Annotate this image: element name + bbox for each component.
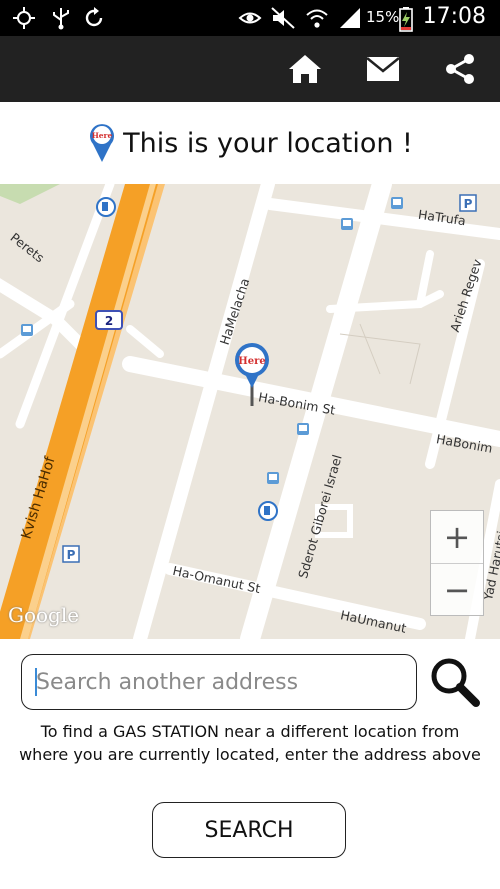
share-icon [446,54,474,84]
map-roads [0,184,500,639]
svg-text:2: 2 [105,314,113,328]
wifi-icon [306,9,328,28]
bus-stop-icon [341,218,353,230]
mute-icon [271,7,295,29]
bus-stop-icon [391,197,403,209]
heading-marker-label: Here [92,131,113,140]
marker-label: Here [238,356,265,367]
bus-stop-icon [297,423,309,435]
gps-icon [13,7,35,29]
help-text: To find a GAS STATION near a different l… [19,722,481,764]
bus-stop-icon [267,472,279,484]
zoom-out-button[interactable]: − [431,563,483,615]
svg-text:P: P [67,548,76,562]
parking-icon: P [459,194,477,212]
status-bar: 15% 17:08 [0,0,500,36]
battery-charging-icon [399,7,413,32]
home-button[interactable] [285,50,325,88]
search-input[interactable] [21,654,417,710]
bus-stop-icon [21,324,33,336]
location-marker[interactable]: Here [232,342,272,410]
text-cursor [35,668,37,696]
page-title: This is your location ! [123,127,413,159]
svg-text:P: P [464,197,473,211]
zoom-controls: + − [430,510,484,616]
mail-button[interactable] [363,50,403,88]
location-heading: Here This is your location ! [0,102,500,184]
sync-icon [85,7,103,27]
battery-percent: 15% [366,8,400,26]
gas-station-icon[interactable] [95,196,117,218]
zoom-in-button[interactable]: + [431,511,483,563]
usb-icon [53,8,69,30]
location-pin-icon: Here [90,124,115,162]
map-view[interactable]: 2 P P Perets HaTrufa Arieh Regev HaMelac… [0,184,500,639]
home-icon [289,55,321,83]
clock: 17:08 [422,4,486,29]
map-attribution: Google [8,603,80,627]
signal-icon [340,8,360,28]
search-icon [431,658,480,707]
gas-station-icon[interactable] [257,500,279,522]
search-row [21,654,481,710]
route-shield: 2 [95,310,123,330]
parking-icon: P [62,545,80,563]
mail-icon [366,57,400,81]
search-button[interactable]: SEARCH [152,802,346,858]
action-bar [0,36,500,102]
share-button[interactable] [440,50,480,88]
eye-icon [238,12,262,24]
search-icon-button[interactable] [429,656,481,708]
